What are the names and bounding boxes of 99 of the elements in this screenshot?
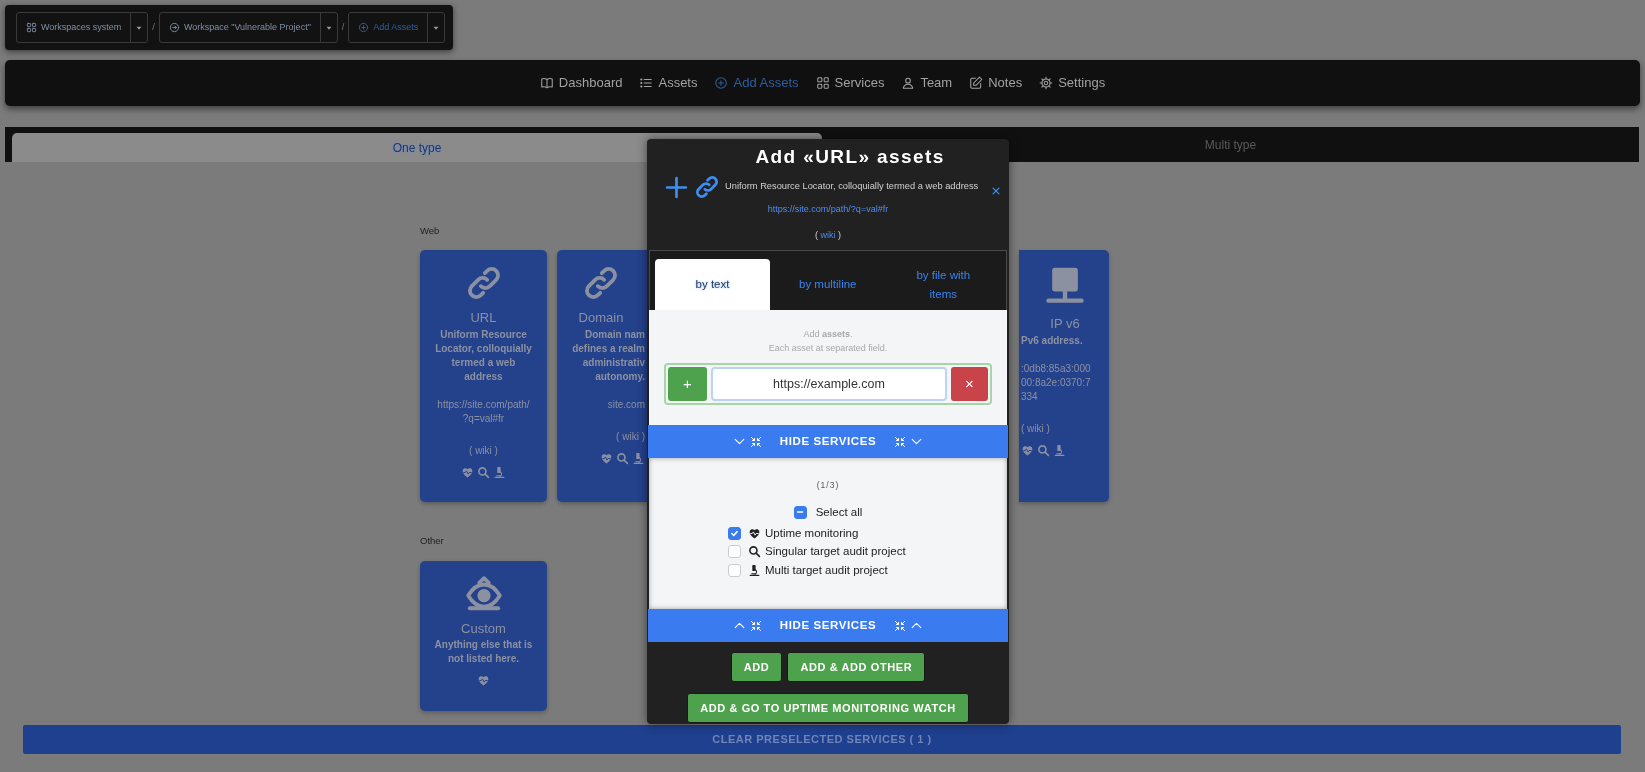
search-icon	[1037, 443, 1050, 457]
heart-pulse-icon	[1021, 443, 1034, 457]
card-title: Custom	[460, 619, 507, 638]
heart-pulse-icon	[748, 526, 761, 540]
hint-text: Add assets.	[802, 328, 854, 341]
wiki-link[interactable]: ( wiki )	[1021, 420, 1109, 436]
heart-pulse-icon	[461, 465, 474, 479]
add-button[interactable]: ADD & GO TO UPTIME MONITORING WATCH	[687, 693, 969, 723]
plus-circle-icon	[358, 22, 370, 33]
clear-services-button[interactable]: CLEAR PRESELECTED SERVICES ( 1 )	[23, 725, 1621, 754]
microscope-icon	[1053, 443, 1066, 457]
eye-icon	[464, 574, 503, 613]
group-label: Other	[420, 534, 444, 549]
breadcrumb-separator: /	[341, 20, 345, 34]
microscope-icon	[632, 451, 645, 465]
hint-text: Each asset at separated field.	[767, 342, 889, 355]
asset-card[interactable]: Domain Domain nam defines a realm administrativ autonomy. site.com ( wiki )	[557, 250, 647, 503]
grid-icon	[26, 22, 37, 33]
close-icon	[991, 186, 1001, 196]
plus-circle-icon	[714, 76, 729, 90]
checkbox-label: Uptime monitoring	[765, 525, 859, 541]
grid-icon	[815, 76, 830, 90]
wiki-note: ( wiki )	[814, 228, 842, 242]
card-description: administrativ	[581, 355, 645, 370]
search-icon	[616, 451, 629, 465]
hide-services-button[interactable]: HIDE SERVICES	[648, 425, 1008, 458]
close-button[interactable]	[991, 186, 1001, 196]
book-icon	[539, 76, 554, 90]
remove-field-button[interactable]: ×	[951, 367, 988, 401]
url-input[interactable]: https://example.com	[711, 367, 947, 401]
card-title: Domain	[577, 309, 625, 328]
checkbox[interactable]	[728, 545, 741, 559]
settings-icon	[1039, 76, 1054, 90]
card-example: 00:8a2e:0370:7	[1021, 375, 1092, 390]
add-button[interactable]: ADD	[730, 652, 783, 682]
asset-card[interactable]: Custom Anything else that is not listed here.	[420, 560, 547, 711]
heart-pulse-icon	[600, 451, 613, 465]
checkbox-label: Multi target audit project	[765, 562, 888, 578]
card-example: https://site.com/path/	[436, 397, 531, 412]
nav-link[interactable]: Team	[901, 73, 953, 93]
wiki-link[interactable]: ( wiki )	[557, 428, 645, 444]
asset-card[interactable]: IP v6 Pv6 address. :0db8:85a3:000 00:8a2e:0370:7 334 ( wiki )	[1019, 250, 1109, 503]
collapse-icon	[749, 619, 762, 632]
tab[interactable]: by file with items	[885, 259, 1001, 310]
nav-link[interactable]: Notes	[969, 73, 1023, 93]
nav-link[interactable]: Add Assets	[714, 73, 799, 93]
card-description: not listed here.	[446, 652, 521, 666]
collapse-icon	[894, 435, 907, 448]
card-description: termed a web	[450, 355, 517, 370]
card-description: address	[463, 369, 504, 384]
card-description: Domain nam	[584, 327, 645, 342]
card-description: Locator, colloquially	[434, 341, 533, 356]
hide-services-button[interactable]: HIDE SERVICES	[648, 609, 1008, 642]
checkbox-label: Select all	[815, 504, 863, 520]
check-icon	[730, 528, 739, 538]
list-icon	[639, 76, 654, 90]
card-example: site.com	[606, 397, 645, 412]
card-description: Uniform Resource	[439, 327, 528, 342]
card-title: IP v6	[1049, 315, 1081, 334]
wiki-link[interactable]: ( wiki )	[420, 442, 547, 458]
asset-description: Uniform Resource Locator, colloquially termed a web address	[725, 180, 979, 194]
card-description: defines a realm	[571, 341, 645, 356]
collapse-icon	[749, 435, 762, 448]
plus-icon	[664, 174, 689, 200]
services-count: (1/3)	[816, 479, 840, 492]
asset-card[interactable]: URL Uniform Resource Locator, colloquially termed a web address https://site.com/path/ ?q=val#fr ( wiki )	[420, 250, 547, 503]
card-title: URL	[469, 309, 498, 328]
wiki-link[interactable]: wiki	[820, 229, 836, 240]
tab[interactable]: by text	[655, 259, 770, 310]
search-icon	[748, 545, 761, 559]
microscope-icon	[748, 563, 761, 577]
nav-link[interactable]: Settings	[1039, 73, 1106, 93]
arrow-circle-icon	[168, 22, 180, 33]
breadcrumb-separator: /	[152, 20, 155, 34]
link-icon	[694, 174, 720, 200]
tab[interactable]: by multiline	[770, 259, 886, 310]
checkbox[interactable]	[728, 563, 741, 577]
card-example: 334	[1021, 389, 1039, 404]
card-example: :0db8:85a3:000	[1021, 361, 1092, 376]
add-field-button[interactable]: +	[668, 367, 707, 401]
microscope-icon	[493, 465, 506, 479]
nav-link[interactable]: Dashboard	[539, 73, 623, 93]
example-link[interactable]: https://site.com/path/?q=val#fr	[767, 203, 889, 217]
checkbox-label: Singular target audit project	[765, 544, 906, 560]
card-example: ?q=val#fr	[461, 411, 506, 426]
checkbox[interactable]	[728, 526, 741, 540]
card-description: Anything else that is	[433, 638, 534, 652]
checkbox[interactable]	[793, 505, 807, 519]
group-label: Web	[420, 224, 440, 238]
add-button[interactable]: ADD & ADD OTHER	[787, 652, 926, 682]
search-icon	[477, 465, 490, 479]
person-icon	[901, 76, 916, 90]
nav-link[interactable]: Assets	[639, 73, 698, 93]
card-description: autonomy.	[594, 369, 645, 384]
collapse-icon	[894, 619, 907, 632]
edit-icon	[969, 76, 984, 90]
nav-link[interactable]: Services	[815, 73, 885, 93]
card-description: Pv6 address.	[1021, 333, 1084, 348]
heart-pulse-icon	[477, 674, 490, 687]
